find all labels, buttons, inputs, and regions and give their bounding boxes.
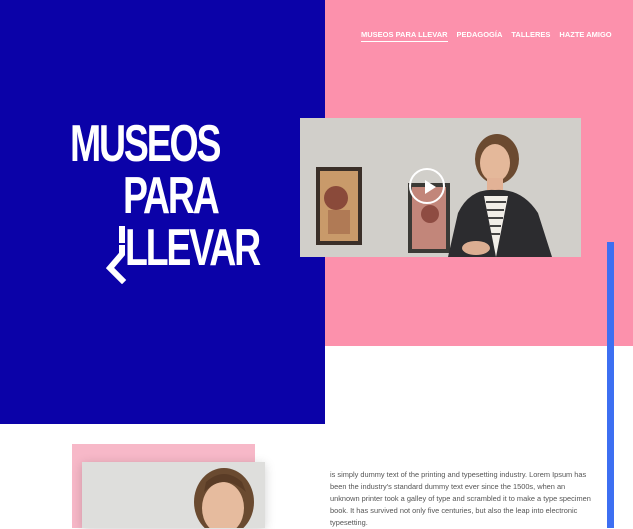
portrait-image	[82, 462, 265, 528]
logo-line-2: PARA	[123, 167, 220, 225]
nav-item-hazte-amigo[interactable]: HAZTE AMIGO	[559, 30, 611, 42]
accent-bar	[607, 242, 614, 528]
body-paragraph: is simply dummy text of the printing and…	[330, 470, 591, 528]
logo-line-1: MUSEOS	[70, 115, 221, 173]
play-icon[interactable]	[409, 168, 445, 204]
main-nav: MUSEOS PARA LLEVAR PEDAGOGÍA TALLERES HA…	[361, 30, 612, 42]
portrait-thumbnail	[82, 462, 265, 528]
logo-line-3: LLEVAR	[125, 219, 261, 277]
nav-item-museos-para-llevar[interactable]: MUSEOS PARA LLEVAR	[361, 30, 448, 42]
nav-item-talleres[interactable]: TALLERES	[511, 30, 550, 42]
site-logo[interactable]: MUSEOS PARA LLEVAR	[70, 115, 261, 288]
nav-item-pedagogia[interactable]: PEDAGOGÍA	[457, 30, 503, 42]
